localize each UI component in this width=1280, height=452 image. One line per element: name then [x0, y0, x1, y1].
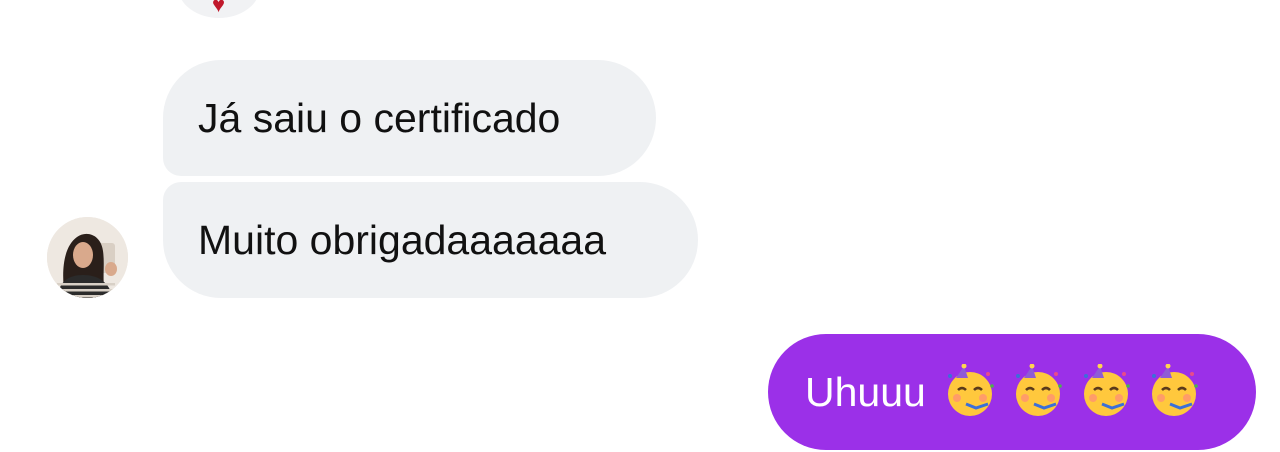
heart-icon: ♥: [212, 0, 226, 17]
partying-face-emoji: [1015, 364, 1062, 416]
message-text: Muito obrigadaaaaaaa: [198, 216, 607, 263]
avatar[interactable]: [47, 217, 128, 298]
outgoing-message-bubble[interactable]: Uhuuu: [768, 334, 1256, 450]
message-reaction[interactable]: ♥: [178, 0, 260, 18]
incoming-message-bubble[interactable]: Já saiu o certificado: [163, 60, 656, 176]
partying-face-emoji: [1151, 364, 1198, 416]
message-text: Uhuuu: [805, 368, 926, 415]
incoming-message-bubble[interactable]: Muito obrigadaaaaaaa: [163, 182, 698, 298]
contact-avatar-image: [47, 217, 128, 298]
partying-face-emoji: [947, 364, 994, 416]
partying-face-emoji: [1083, 364, 1130, 416]
message-text: Já saiu o certificado: [198, 94, 561, 141]
chat-thread: ♥ Já saiu o certificado Muito obrigadaaa…: [0, 0, 1280, 452]
